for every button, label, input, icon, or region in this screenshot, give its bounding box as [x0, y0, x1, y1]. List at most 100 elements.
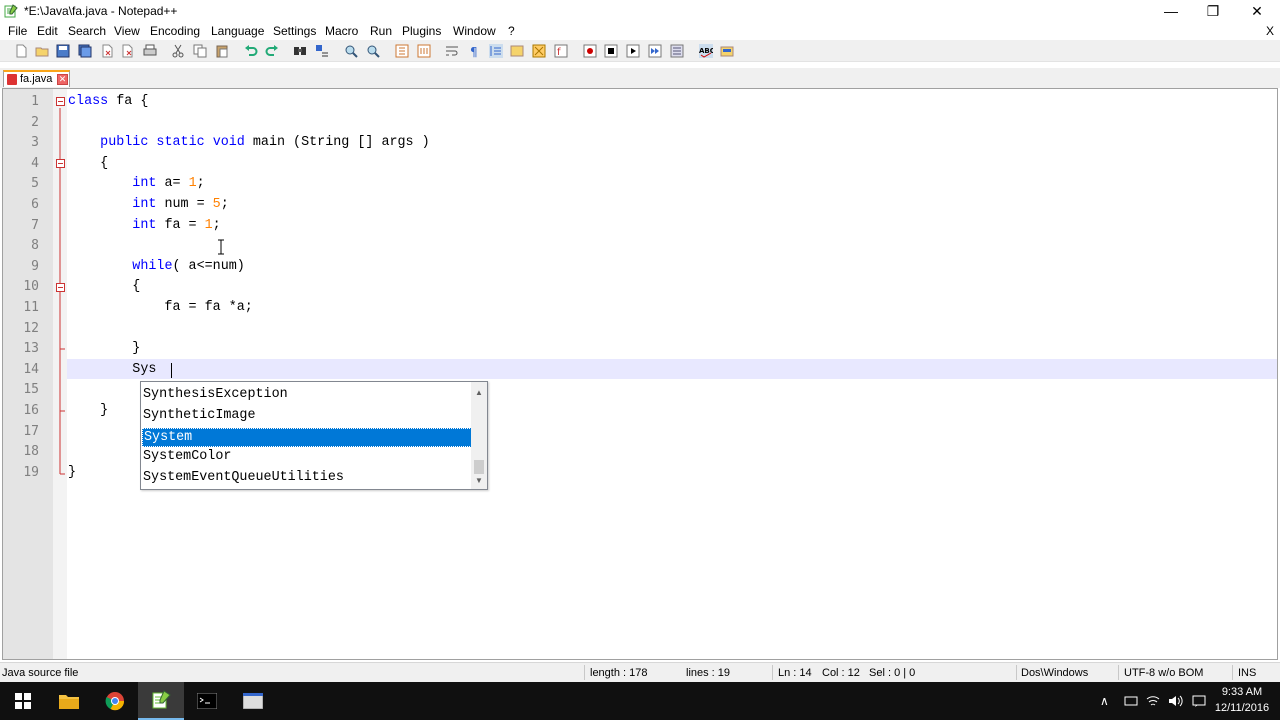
menu-run[interactable]: Run: [370, 24, 392, 38]
line-code: Sys: [68, 361, 157, 377]
scroll-down-icon[interactable]: ▼: [471, 474, 487, 488]
redo-icon[interactable]: [265, 44, 279, 58]
code-line[interactable]: 13 }: [3, 338, 1277, 359]
function-list-icon[interactable]: f: [554, 44, 568, 58]
save-macro-icon[interactable]: [670, 44, 684, 58]
autocomplete-list[interactable]: SynthesisException SyntheticImage System…: [140, 381, 488, 490]
sync-horizontal-icon[interactable]: [417, 44, 431, 58]
menu-language[interactable]: Language: [211, 24, 264, 38]
tab-fa-java[interactable]: fa.java ✕: [3, 70, 70, 87]
code-line[interactable]: 11 fa = fa *a;: [3, 297, 1277, 318]
code-line[interactable]: 8: [3, 235, 1277, 256]
save-icon[interactable]: [56, 44, 70, 58]
taskbar-file-explorer[interactable]: [46, 682, 92, 720]
status-col: Col : 12: [822, 667, 860, 679]
code-line[interactable]: 7 int fa = 1;: [3, 215, 1277, 236]
fold-toggle-line10[interactable]: [56, 283, 65, 292]
restore-icon: ❐: [1206, 2, 1220, 19]
autocomplete-item[interactable]: SynthesisException: [142, 386, 472, 405]
close-icon: ✕: [1251, 2, 1263, 19]
close-all-icon[interactable]: [121, 44, 135, 58]
paste-icon[interactable]: [215, 44, 229, 58]
menu-plugins[interactable]: Plugins: [402, 24, 441, 38]
fold-toggle-line4[interactable]: [56, 159, 65, 168]
clock-date[interactable]: 12/11/2016: [1214, 702, 1270, 714]
scroll-thumb[interactable]: [474, 460, 484, 474]
zoom-out-icon[interactable]: [366, 44, 380, 58]
code-line[interactable]: 10 {: [3, 276, 1277, 297]
taskbar-cmd[interactable]: [184, 682, 230, 720]
close-document-button[interactable]: X: [1266, 24, 1274, 38]
minimize-button[interactable]: —: [1148, 0, 1194, 22]
record-macro-icon[interactable]: [583, 44, 597, 58]
code-line[interactable]: 9 while( a<=num): [3, 256, 1277, 277]
menu-search[interactable]: Search: [68, 24, 106, 38]
copy-icon[interactable]: [193, 44, 207, 58]
menu-window[interactable]: Window: [453, 24, 496, 38]
autocomplete-scrollbar[interactable]: ▲ ▼: [471, 382, 487, 489]
tray-network-icon[interactable]: [1124, 695, 1138, 707]
open-file-icon[interactable]: [35, 44, 49, 58]
wifi-icon[interactable]: [1146, 694, 1160, 708]
menu-view[interactable]: View: [114, 24, 140, 38]
code-line[interactable]: 5 int a= 1;: [3, 173, 1277, 194]
word-wrap-icon[interactable]: [445, 44, 459, 58]
spell-check-icon[interactable]: ABC: [699, 44, 713, 58]
undo-icon[interactable]: [244, 44, 258, 58]
menu-edit[interactable]: Edit: [37, 24, 58, 38]
editor[interactable]: 1 class fa {2 3 public static void main (S…: [2, 88, 1278, 660]
cut-icon[interactable]: [171, 44, 185, 58]
code-line[interactable]: 2: [3, 112, 1277, 133]
autocomplete-item[interactable]: SystemColor: [142, 448, 472, 467]
menu-file[interactable]: File: [8, 24, 27, 38]
show-all-chars-icon[interactable]: ¶: [467, 44, 481, 58]
zoom-in-icon[interactable]: [344, 44, 358, 58]
run-macro-multiple-icon[interactable]: [648, 44, 662, 58]
scroll-up-icon[interactable]: ▲: [471, 386, 487, 400]
stop-macro-icon[interactable]: [604, 44, 618, 58]
volume-icon[interactable]: [1168, 694, 1184, 708]
replace-icon[interactable]: [315, 44, 329, 58]
plugin-icon[interactable]: [720, 44, 734, 58]
menu-macro[interactable]: Macro: [325, 24, 358, 38]
close-file-icon[interactable]: [100, 44, 114, 58]
sync-vertical-icon[interactable]: [395, 44, 409, 58]
restore-button[interactable]: ❐: [1190, 0, 1236, 22]
menu-encoding[interactable]: Encoding: [150, 24, 200, 38]
tab-close-icon[interactable]: ✕: [57, 74, 68, 85]
save-all-icon[interactable]: [78, 44, 92, 58]
menu-help[interactable]: ?: [508, 24, 515, 38]
code-line[interactable]: 1 class fa {: [3, 91, 1277, 112]
line-code: {: [68, 155, 109, 171]
code-line[interactable]: 12: [3, 318, 1277, 339]
svg-text:f: f: [557, 47, 561, 58]
fold-toggle-line1[interactable]: [56, 97, 65, 106]
code-line[interactable]: 14 Sys: [23, 358, 1277, 380]
autocomplete-item[interactable]: SyntheticImage: [142, 407, 472, 426]
new-file-icon[interactable]: [14, 44, 28, 58]
taskbar-chrome[interactable]: [92, 682, 138, 720]
status-sel: Sel : 0 | 0: [869, 667, 916, 679]
taskbar-notepadpp[interactable]: [138, 682, 184, 720]
doc-map-icon[interactable]: [532, 44, 546, 58]
find-icon[interactable]: [293, 44, 307, 58]
notification-icon[interactable]: [1192, 694, 1206, 708]
status-bar: Java source file length : 178 lines : 19…: [0, 662, 1280, 682]
code-line[interactable]: 6 int num = 5;: [3, 194, 1277, 215]
start-button[interactable]: [0, 682, 46, 720]
indent-guide-icon[interactable]: [489, 44, 503, 58]
menu-settings[interactable]: Settings: [273, 24, 316, 38]
autocomplete-item-selected[interactable]: System: [142, 428, 472, 447]
tray-chevron-icon[interactable]: ∧: [1100, 694, 1109, 708]
print-icon[interactable]: [143, 44, 157, 58]
code-line[interactable]: 4 {: [3, 153, 1277, 174]
code-line[interactable]: 3 public static void main (String [] arg…: [3, 132, 1277, 153]
close-window-button[interactable]: ✕: [1234, 0, 1280, 22]
svg-text:ABC: ABC: [699, 47, 713, 55]
user-lang-icon[interactable]: [510, 44, 524, 58]
taskbar-app[interactable]: [230, 682, 276, 720]
line-code: int a= 1;: [132, 176, 205, 192]
clock-time[interactable]: 9:33 AM: [1214, 686, 1270, 698]
autocomplete-item[interactable]: SystemEventQueueUtilities: [142, 469, 472, 488]
play-macro-icon[interactable]: [626, 44, 640, 58]
